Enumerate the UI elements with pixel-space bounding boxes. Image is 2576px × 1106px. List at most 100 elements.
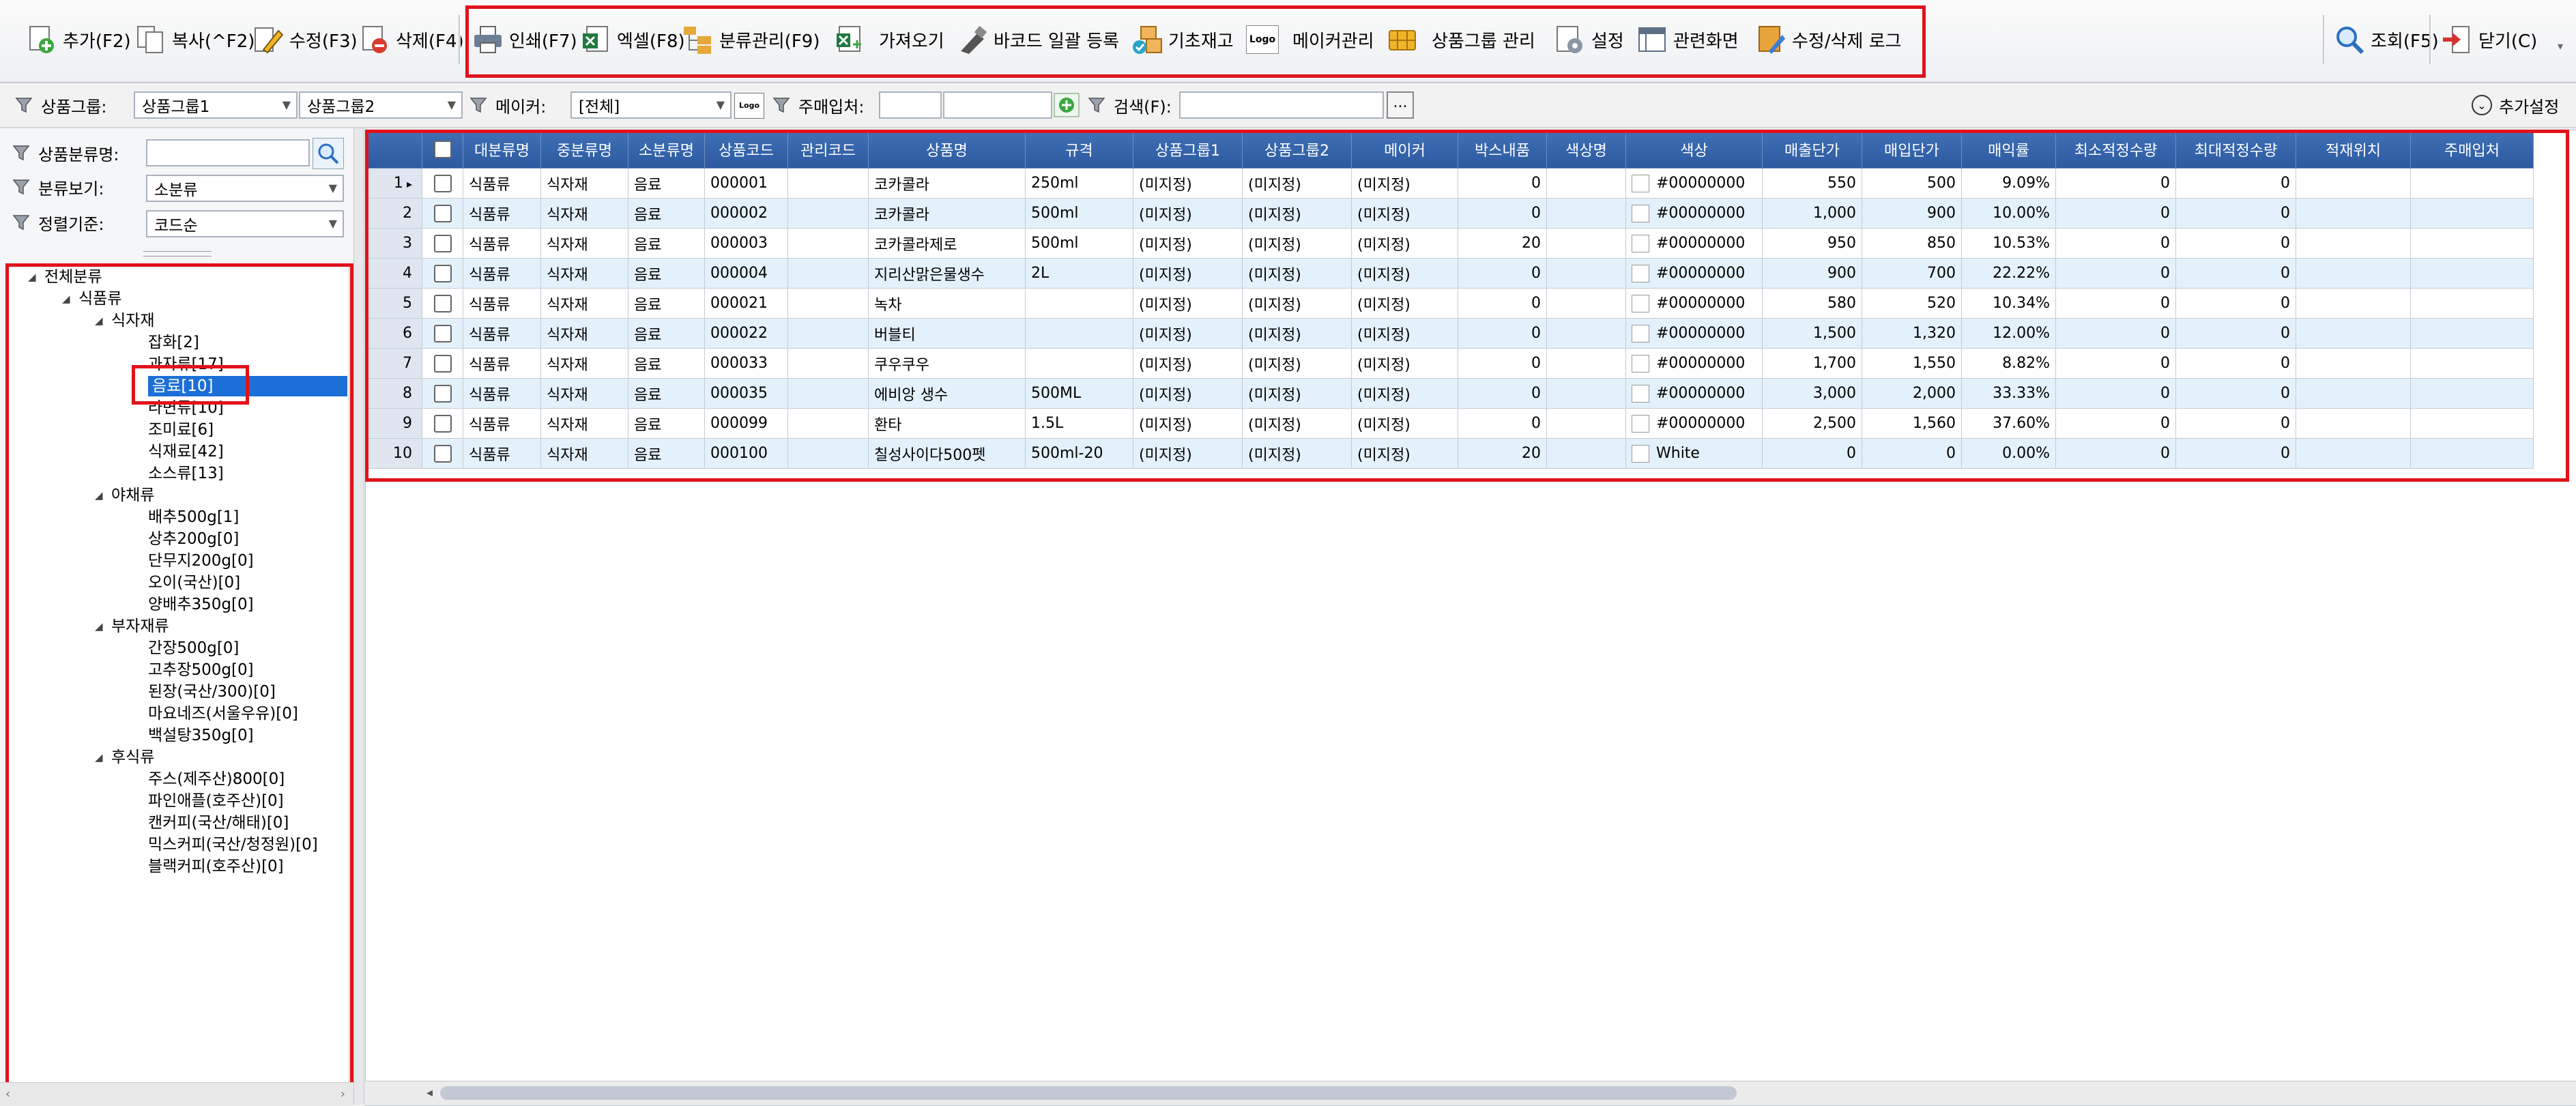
table-cell[interactable]: #00000000 bbox=[1625, 318, 1763, 349]
table-cell[interactable]: (미지정) bbox=[1351, 348, 1458, 379]
table-cell[interactable] bbox=[787, 198, 869, 229]
tree-node-leaf[interactable]: 캔커피(국산/해태)[0] bbox=[148, 813, 289, 833]
table-cell[interactable]: 0 bbox=[1458, 348, 1547, 379]
table-cell[interactable]: 식품류 bbox=[463, 318, 541, 349]
table-row[interactable]: 2 식품류 식자재 음료 000002 코카콜라 500ml (미지정) (미지정) (미지정) 0… bbox=[366, 198, 2534, 229]
table-cell[interactable]: 10.34% bbox=[1961, 288, 2056, 319]
add-button[interactable]: 추가(F2) bbox=[26, 10, 131, 70]
table-cell[interactable] bbox=[2296, 168, 2411, 199]
category-name-input[interactable] bbox=[146, 139, 310, 166]
row-checkbox[interactable] bbox=[433, 264, 452, 282]
table-cell[interactable]: 22.22% bbox=[1961, 258, 2056, 289]
expand-triangle-icon[interactable]: ◢ bbox=[95, 620, 103, 632]
table-cell[interactable]: (미지정) bbox=[1351, 378, 1458, 409]
table-cell[interactable]: 음료 bbox=[628, 378, 705, 409]
table-cell[interactable]: 식자재 bbox=[540, 198, 628, 229]
edit-delete-log-button[interactable]: 수정/삭제 로그 bbox=[1755, 10, 1902, 70]
tree-node-leaf[interactable]: 주스(제주산)800[0] bbox=[148, 769, 285, 789]
table-cell[interactable]: 1,560 bbox=[1862, 408, 1962, 439]
table-cell[interactable] bbox=[2296, 258, 2411, 289]
table-cell[interactable]: 0 bbox=[2055, 198, 2176, 229]
row-checkbox[interactable] bbox=[433, 234, 452, 252]
table-cell[interactable]: (미지정) bbox=[1133, 378, 1243, 409]
print-button[interactable]: 인쇄(F7) bbox=[472, 10, 577, 70]
table-cell[interactable]: 8.82% bbox=[1961, 348, 2056, 379]
table-cell[interactable] bbox=[2410, 288, 2534, 319]
table-cell[interactable]: 2,500 bbox=[1762, 408, 1862, 439]
table-cell[interactable]: (미지정) bbox=[1133, 288, 1243, 319]
table-cell[interactable]: 0 bbox=[2175, 318, 2296, 349]
table-cell[interactable]: (미지정) bbox=[1133, 318, 1243, 349]
table-cell[interactable]: (미지정) bbox=[1351, 258, 1458, 289]
table-cell[interactable]: (미지정) bbox=[1242, 168, 1352, 199]
table-cell[interactable]: 0 bbox=[2055, 258, 2176, 289]
table-cell[interactable]: 0 bbox=[2175, 438, 2296, 469]
table-cell[interactable]: 음료 bbox=[628, 288, 705, 319]
table-cell[interactable]: (미지정) bbox=[1351, 288, 1458, 319]
table-cell[interactable]: 코카콜라 bbox=[868, 198, 1026, 229]
scroll-left-icon[interactable]: ◂ bbox=[426, 1086, 433, 1100]
base-stock-button[interactable]: 기초재고 bbox=[1131, 10, 1234, 70]
table-cell[interactable] bbox=[2296, 438, 2411, 469]
table-cell[interactable]: 음료 bbox=[628, 258, 705, 289]
table-cell[interactable]: #00000000 bbox=[1625, 168, 1763, 199]
table-cell[interactable]: 000001 bbox=[704, 168, 788, 199]
table-cell[interactable]: 0 bbox=[2055, 228, 2176, 259]
table-row[interactable]: 5 식품류 식자재 음료 000021 녹차 (미지정) (미지정) (미지정) 0 #000000… bbox=[366, 288, 2534, 319]
table-cell[interactable] bbox=[787, 438, 869, 469]
table-cell[interactable]: 식품류 bbox=[463, 228, 541, 259]
table-cell[interactable]: 0 bbox=[2175, 348, 2296, 379]
row-checkbox[interactable] bbox=[433, 174, 452, 192]
tree-node-leaf[interactable]: 상추200g[0] bbox=[148, 529, 239, 549]
row-checkbox[interactable] bbox=[433, 414, 452, 433]
table-cell[interactable]: 0 bbox=[2175, 258, 2296, 289]
column-header[interactable]: 상품그룹1 bbox=[1133, 130, 1243, 169]
table-cell[interactable]: 000100 bbox=[704, 438, 788, 469]
tree-node-leaf-selected[interactable]: 음료[10] bbox=[148, 376, 347, 396]
panel-splitter[interactable] bbox=[353, 128, 364, 1105]
table-cell[interactable] bbox=[1546, 198, 1626, 229]
table-cell[interactable]: 0 bbox=[1762, 438, 1862, 469]
table-cell[interactable] bbox=[787, 258, 869, 289]
column-header[interactable]: 적재위치 bbox=[2296, 130, 2411, 169]
table-cell[interactable] bbox=[2410, 318, 2534, 349]
copy-button[interactable]: 복사(^F2) bbox=[135, 10, 255, 70]
table-cell[interactable]: 식품류 bbox=[463, 408, 541, 439]
row-number[interactable]: 6 bbox=[366, 318, 422, 349]
table-cell[interactable]: 550 bbox=[1762, 168, 1862, 199]
table-cell[interactable] bbox=[1025, 288, 1133, 319]
maker-logo-button[interactable]: Logo bbox=[734, 93, 764, 119]
column-header[interactable]: 색상명 bbox=[1546, 130, 1626, 169]
table-cell[interactable]: 000035 bbox=[704, 378, 788, 409]
row-select-cell[interactable] bbox=[422, 288, 463, 319]
table-cell[interactable]: 900 bbox=[1762, 258, 1862, 289]
row-number[interactable]: 4 bbox=[366, 258, 422, 289]
table-cell[interactable]: 0 bbox=[1458, 168, 1547, 199]
expand-triangle-icon[interactable]: ◢ bbox=[95, 751, 103, 763]
table-cell[interactable]: (미지정) bbox=[1242, 318, 1352, 349]
tree-node-leaf[interactable]: 고추장500g[0] bbox=[148, 660, 254, 680]
table-cell[interactable] bbox=[2410, 258, 2534, 289]
splitter-grip[interactable] bbox=[143, 251, 212, 257]
row-number[interactable]: 7 bbox=[366, 348, 422, 379]
table-cell[interactable]: 850 bbox=[1862, 228, 1962, 259]
table-cell[interactable]: 코카콜라 bbox=[868, 168, 1026, 199]
table-cell[interactable] bbox=[1546, 288, 1626, 319]
column-header[interactable]: 관리코드 bbox=[787, 130, 869, 169]
row-number[interactable]: 5 bbox=[366, 288, 422, 319]
table-cell[interactable] bbox=[787, 378, 869, 409]
table-cell[interactable]: #00000000 bbox=[1625, 198, 1763, 229]
table-cell[interactable] bbox=[1546, 438, 1626, 469]
table-cell[interactable] bbox=[1546, 318, 1626, 349]
tree-node-leaf[interactable]: 블랙커피(호주산)[0] bbox=[148, 856, 284, 877]
table-cell[interactable]: #00000000 bbox=[1625, 408, 1763, 439]
row-number[interactable]: 1 ▸ bbox=[366, 168, 422, 199]
table-cell[interactable]: 식자재 bbox=[540, 348, 628, 379]
table-cell[interactable] bbox=[2296, 228, 2411, 259]
table-cell[interactable]: 음료 bbox=[628, 348, 705, 379]
table-cell[interactable]: 500ML bbox=[1025, 378, 1133, 409]
table-cell[interactable]: (미지정) bbox=[1242, 288, 1352, 319]
table-cell[interactable]: 580 bbox=[1762, 288, 1862, 319]
settings-button[interactable]: 설정 bbox=[1554, 10, 1624, 70]
table-cell[interactable]: (미지정) bbox=[1351, 318, 1458, 349]
